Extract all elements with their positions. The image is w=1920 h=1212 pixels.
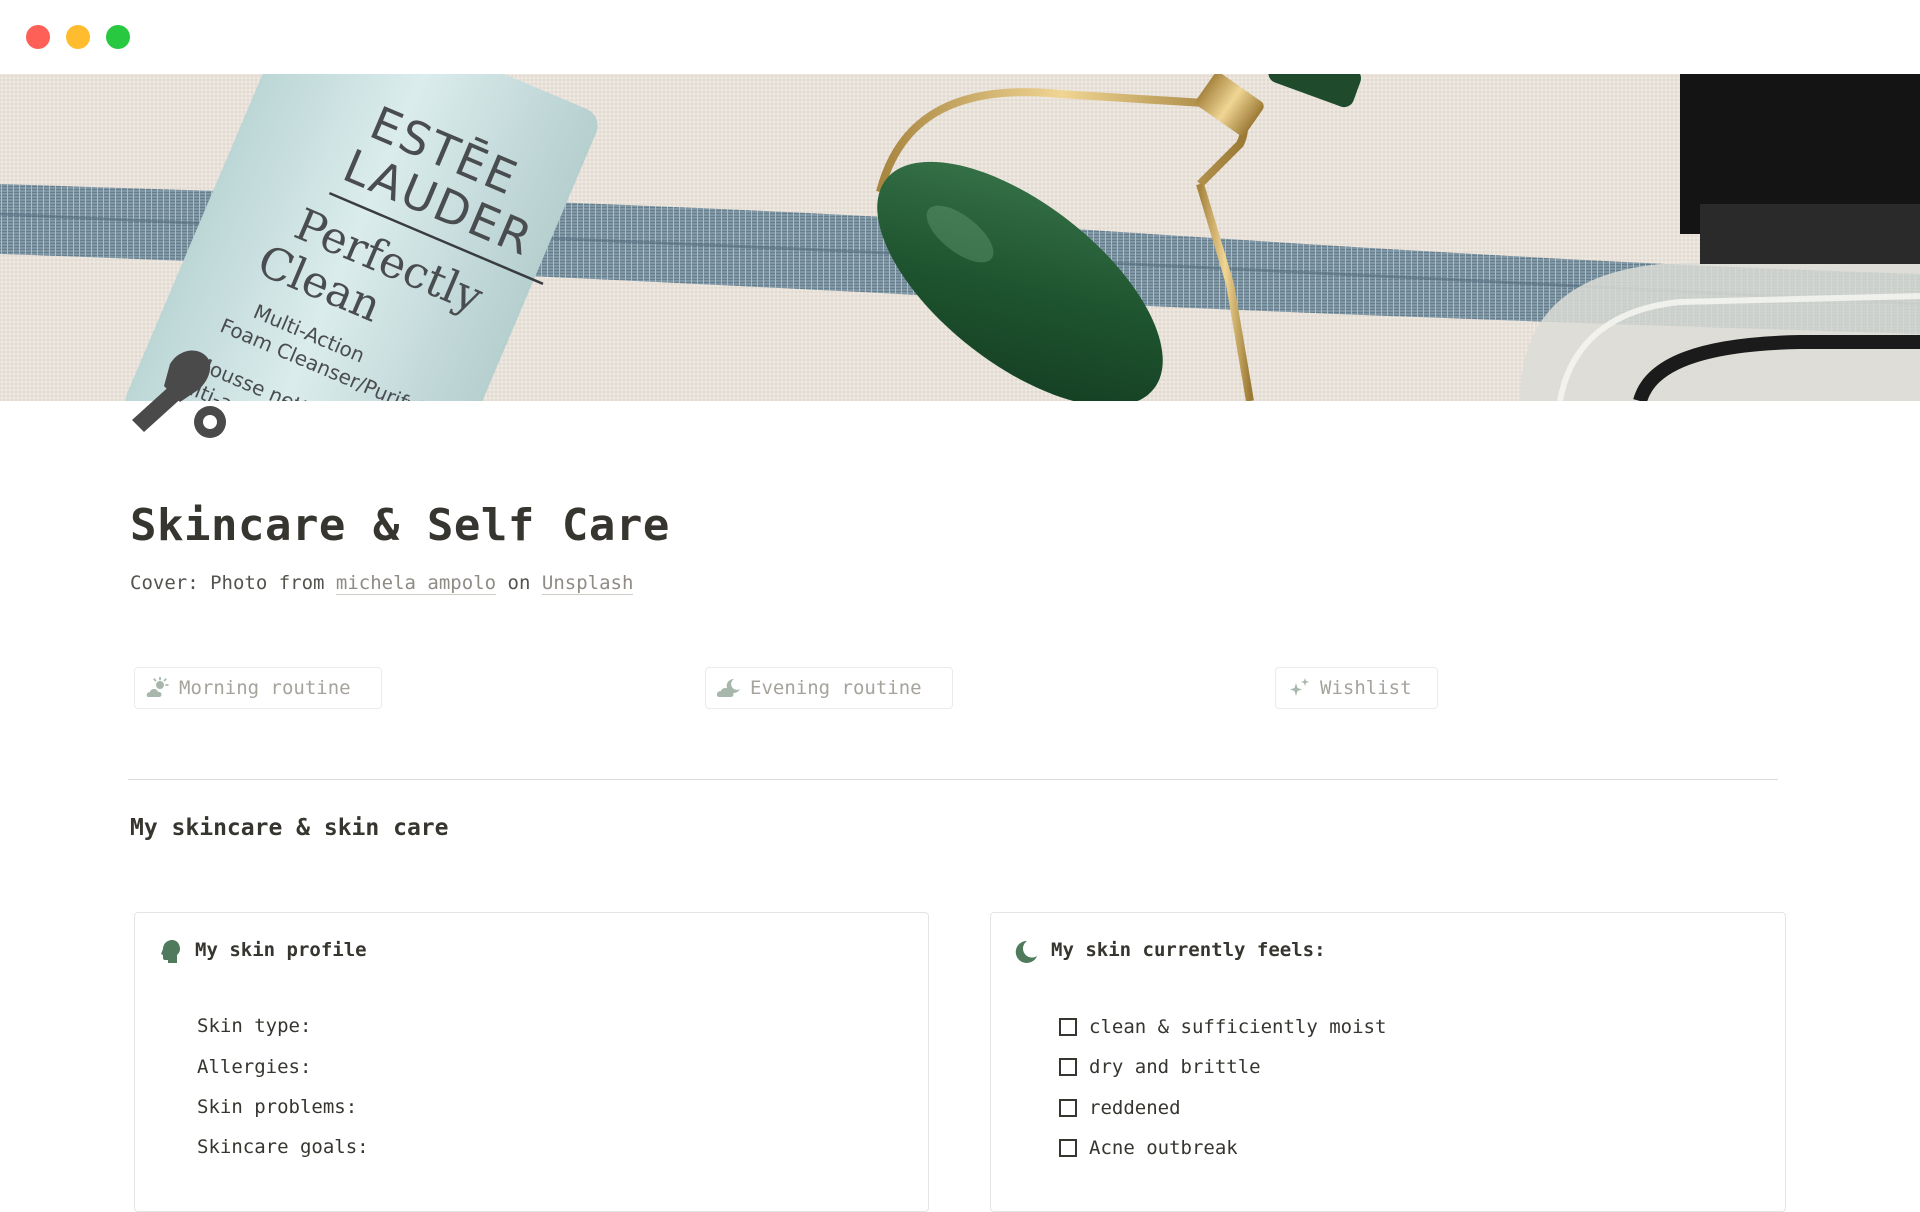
allergies-field: Allergies: <box>197 1056 312 1078</box>
skin-feels-callout: My skin currently feels: clean & suffici… <box>990 912 1786 1212</box>
checklist-label: dry and brittle <box>1089 1056 1261 1078</box>
caption-prefix: Cover: Photo from <box>130 572 325 594</box>
close-window-button[interactable] <box>26 25 50 49</box>
author-link[interactable]: michela ampolo <box>335 572 497 595</box>
skin-profile-title: My skin profile <box>195 939 367 961</box>
makeup-brush-icon[interactable] <box>130 350 234 446</box>
morning-routine-label: Morning routine <box>179 677 351 699</box>
wishlist-label: Wishlist <box>1320 677 1412 699</box>
checklist-item: dry and brittle <box>1059 1054 1261 1080</box>
skin-type-field: Skin type: <box>197 1015 312 1037</box>
skin-problems-field: Skin problems: <box>197 1096 358 1118</box>
checklist-item: reddened <box>1059 1095 1181 1121</box>
morning-routine-link[interactable]: Morning routine <box>134 667 382 709</box>
page-title: Skincare & Self Care <box>130 500 670 551</box>
checklist-item: Acne outbreak <box>1059 1135 1238 1161</box>
sun-cloud-icon <box>145 676 171 700</box>
cover-image: ESTĒE LAUDER Perfectly Clean Multi-Actio… <box>0 74 1920 401</box>
checklist-label: Acne outbreak <box>1089 1137 1238 1159</box>
checkbox[interactable] <box>1059 1018 1077 1036</box>
crescent-moon-icon <box>1013 939 1039 965</box>
checkbox[interactable] <box>1059 1139 1077 1157</box>
unsplash-link[interactable]: Unsplash <box>541 572 634 595</box>
zoom-window-button[interactable] <box>106 25 130 49</box>
checklist-label: clean & sufficiently moist <box>1089 1016 1387 1038</box>
evening-routine-label: Evening routine <box>750 677 922 699</box>
skincare-goals-field: Skincare goals: <box>197 1136 369 1158</box>
section-heading: My skincare & skin care <box>130 815 449 841</box>
checkbox[interactable] <box>1059 1058 1077 1076</box>
sparkles-icon <box>1286 676 1312 700</box>
head-profile-icon <box>157 939 183 965</box>
wishlist-link[interactable]: Wishlist <box>1275 667 1438 709</box>
checklist-label: reddened <box>1089 1097 1181 1119</box>
skin-profile-callout: My skin profile Skin type: Allergies: Sk… <box>134 912 929 1212</box>
divider <box>128 779 1778 780</box>
window-titlebar <box>0 0 1920 74</box>
evening-routine-link[interactable]: Evening routine <box>705 667 953 709</box>
minimize-window-button[interactable] <box>66 25 90 49</box>
cover-caption: Cover: Photo from michela ampolo on Unsp… <box>130 572 634 595</box>
caption-on: on <box>507 572 531 594</box>
skin-feels-title: My skin currently feels: <box>1051 939 1326 961</box>
checkbox[interactable] <box>1059 1099 1077 1117</box>
moon-cloud-icon <box>716 676 742 700</box>
checklist-item: clean & sufficiently moist <box>1059 1014 1386 1040</box>
